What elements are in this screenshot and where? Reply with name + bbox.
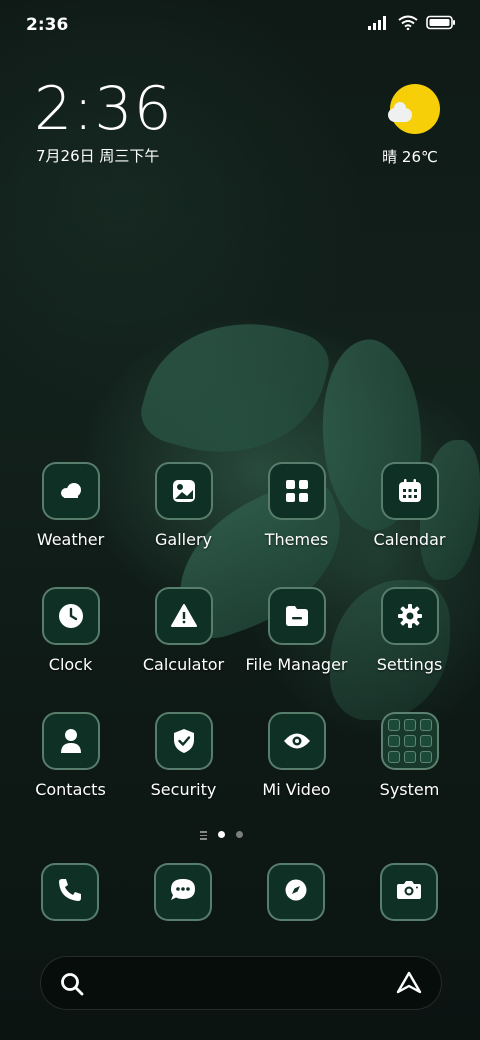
app-themes[interactable]: Themes (240, 462, 353, 549)
weather-icon (41, 462, 100, 520)
app-label: Calculator (142, 655, 225, 674)
security-icon (154, 712, 213, 770)
app-label: Clock (48, 655, 93, 674)
app-label: Contacts (35, 780, 106, 799)
clock-icon (41, 587, 100, 645)
signal-icon (368, 15, 390, 34)
app-mi-video[interactable]: Mi Video (240, 712, 353, 799)
calendar-icon (380, 462, 439, 520)
wallpaper-leaf (134, 298, 336, 478)
mi-video-icon (267, 712, 326, 770)
clock-widget-date: 7月26日 周三下午 (36, 147, 160, 165)
status-icons (368, 15, 456, 34)
file-manager-icon (267, 587, 326, 645)
app-label: Calendar (373, 530, 446, 549)
weather-widget[interactable]: 晴 26℃ (382, 84, 446, 167)
app-label: Weather (36, 530, 105, 549)
search-icon (59, 971, 85, 1001)
app-label: System (379, 780, 440, 799)
app-system-folder[interactable]: System (353, 712, 466, 799)
dock-phone[interactable] (41, 863, 99, 921)
sun-cloud-icon (388, 84, 440, 134)
phone-icon (57, 877, 83, 907)
dock-browser[interactable] (267, 863, 325, 921)
calculator-icon (154, 587, 213, 645)
messages-icon (169, 877, 197, 907)
app-label: Settings (376, 655, 443, 674)
battery-icon (426, 15, 456, 34)
app-security[interactable]: Security (127, 712, 240, 799)
app-label: Themes (264, 530, 329, 549)
app-contacts[interactable]: Contacts (14, 712, 127, 799)
app-gallery[interactable]: Gallery (127, 462, 240, 549)
app-drawer-indicator-icon (200, 829, 210, 840)
app-file-manager[interactable]: File Manager (240, 587, 353, 674)
app-settings[interactable]: Settings (353, 587, 466, 674)
status-bar: 2:36 (0, 0, 480, 50)
dock-messages[interactable] (154, 863, 212, 921)
app-calculator[interactable]: Calculator (127, 587, 240, 674)
dock-camera[interactable] (380, 863, 438, 921)
app-calendar[interactable]: Calendar (353, 462, 466, 549)
weather-widget-text: 晴 26℃ (382, 148, 438, 166)
camera-icon (396, 879, 422, 905)
app-label: File Manager (245, 655, 348, 674)
app-clock[interactable]: Clock (14, 587, 127, 674)
settings-icon (380, 587, 439, 645)
browser-icon (284, 878, 308, 906)
app-label: Mi Video (262, 780, 331, 799)
system-folder-icon (380, 712, 439, 770)
page-dot-active (218, 831, 225, 838)
page-dot (236, 831, 243, 838)
search-bar[interactable] (40, 956, 442, 1010)
assistant-icon[interactable] (395, 970, 423, 1000)
page-indicator[interactable] (0, 829, 480, 841)
wifi-icon (398, 15, 418, 34)
app-label: Security (150, 780, 217, 799)
themes-icon (267, 462, 326, 520)
contacts-icon (41, 712, 100, 770)
gallery-icon (154, 462, 213, 520)
app-weather[interactable]: Weather (14, 462, 127, 549)
app-label: Gallery (155, 530, 212, 549)
status-time: 2:36 (26, 15, 69, 35)
clock-widget-time[interactable]: 2:36 (34, 74, 173, 144)
